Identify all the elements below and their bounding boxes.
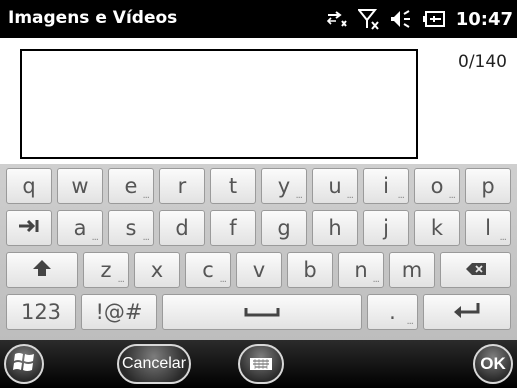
key-i[interactable]: i... (363, 168, 409, 204)
key-e[interactable]: e... (108, 168, 154, 204)
key-x[interactable]: x (134, 252, 180, 288)
volume-icon (390, 9, 412, 29)
key-k[interactable]: k (414, 210, 460, 246)
tab-key[interactable] (6, 210, 52, 246)
key-v[interactable]: v (236, 252, 282, 288)
key-z[interactable]: z... (83, 252, 129, 288)
ok-button[interactable]: OK (473, 344, 513, 384)
command-bar: Cancelar OK (0, 340, 517, 388)
key-o[interactable]: o... (414, 168, 460, 204)
soft-keyboard: q w e... r t y... u... i... o... p a... … (0, 164, 517, 340)
cancel-label: Cancelar (121, 355, 187, 372)
key-f[interactable]: f (210, 210, 256, 246)
keyboard-row-4: 123 !@# .... (0, 294, 517, 331)
status-icons: 10:47 (326, 6, 513, 32)
key-q[interactable]: q (6, 168, 52, 204)
key-w[interactable]: w (57, 168, 103, 204)
key-n[interactable]: n... (338, 252, 384, 288)
key-g[interactable]: g (261, 210, 307, 246)
backspace-key[interactable] (440, 252, 511, 288)
key-t[interactable]: t (210, 168, 256, 204)
status-bar: Imagens e Vídeos 10:47 (0, 0, 517, 38)
key-y[interactable]: y... (261, 168, 307, 204)
key-h[interactable]: h (312, 210, 358, 246)
windows-start-icon (12, 351, 36, 377)
key-s[interactable]: s... (108, 210, 154, 246)
clock: 10:47 (455, 8, 513, 30)
key-r[interactable]: r (159, 168, 205, 204)
key-b[interactable]: b (287, 252, 333, 288)
start-button[interactable] (4, 344, 44, 384)
key-u[interactable]: u... (312, 168, 358, 204)
symbols-key[interactable]: !@# (81, 294, 157, 330)
shift-icon (32, 259, 52, 282)
character-counter: 0/140 (458, 52, 507, 72)
key-a[interactable]: a... (57, 210, 103, 246)
keyboard-row-2: a... s... d f g h j k l... (0, 210, 517, 247)
key-p[interactable]: p (465, 168, 511, 204)
keyboard-toggle-button[interactable] (238, 344, 284, 384)
message-input[interactable] (20, 49, 418, 159)
key-j[interactable]: j (363, 210, 409, 246)
key-l[interactable]: l... (465, 210, 511, 246)
key-m[interactable]: m (389, 252, 435, 288)
app-title: Imagens e Vídeos (8, 8, 178, 28)
tab-icon (17, 217, 41, 239)
key-d[interactable]: d (159, 210, 205, 246)
cancel-button[interactable]: Cancelar (117, 344, 191, 384)
enter-key[interactable] (423, 294, 511, 330)
ok-label: OK (480, 354, 506, 373)
keyboard-icon (250, 355, 272, 374)
no-signal-icon (357, 8, 380, 30)
data-connection-icon (326, 9, 348, 29)
battery-icon (422, 10, 446, 28)
backspace-icon (465, 259, 487, 281)
space-key[interactable] (162, 294, 362, 330)
numbers-key[interactable]: 123 (6, 294, 76, 330)
enter-icon (452, 301, 482, 324)
shift-key[interactable] (6, 252, 78, 288)
space-icon (244, 300, 280, 324)
key-c[interactable]: c... (185, 252, 231, 288)
keyboard-row-3: z... x c... v b n... m (0, 252, 517, 289)
keyboard-row-1: q w e... r t y... u... i... o... p (0, 168, 517, 205)
key-period[interactable]: .... (367, 294, 418, 330)
